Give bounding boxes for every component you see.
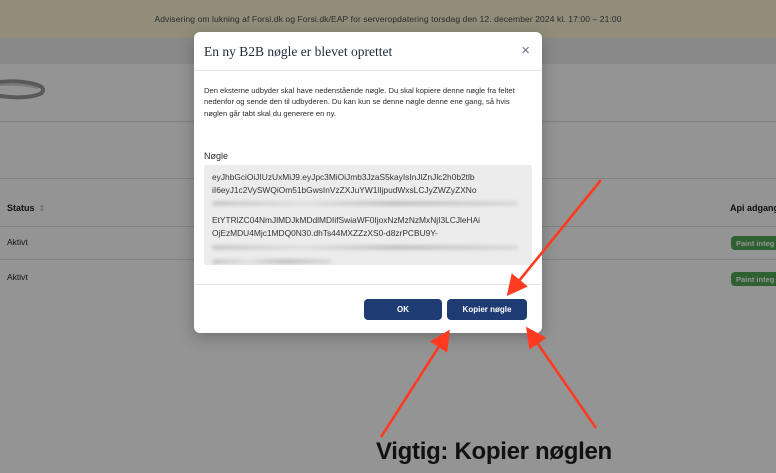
annotation-arrows bbox=[379, 179, 603, 438]
annotation-callout: Vigtig: Kopier nøglen bbox=[376, 438, 612, 465]
arrow-to-copy-button-top bbox=[506, 179, 603, 297]
arrow-to-ok-button bbox=[379, 329, 450, 438]
arrow-to-copy-button-bottom bbox=[526, 326, 598, 429]
